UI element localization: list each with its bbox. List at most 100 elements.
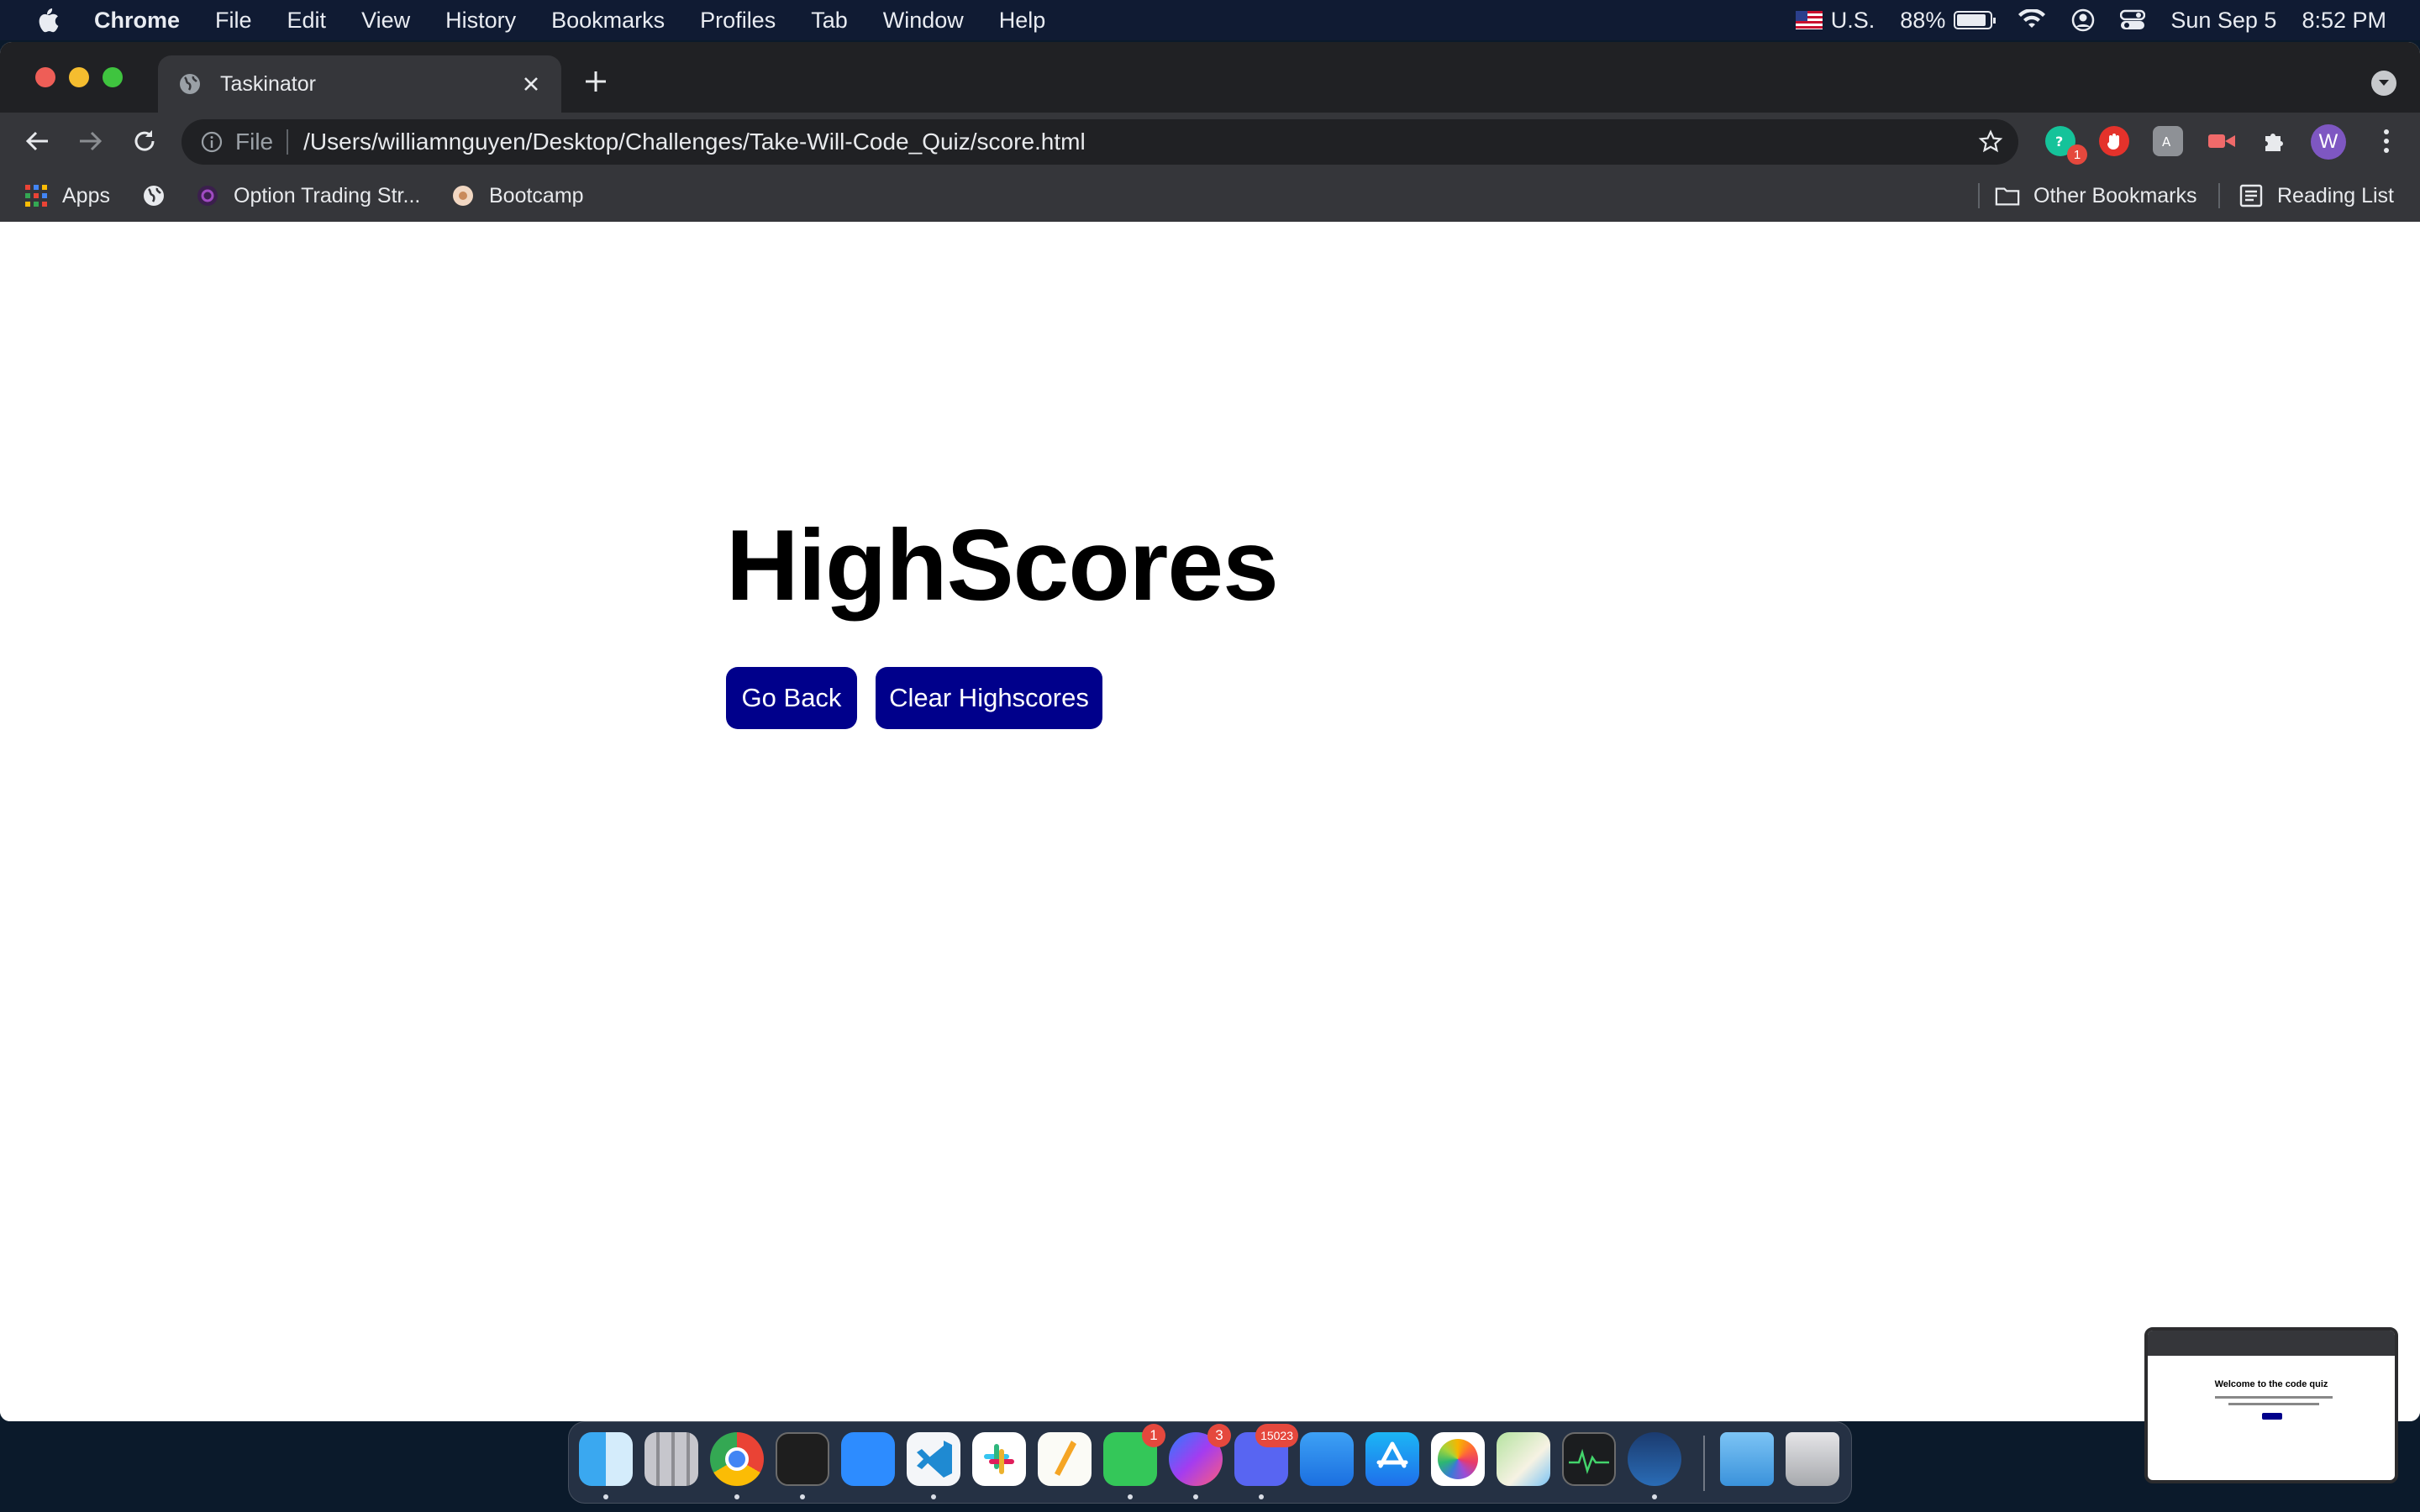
maps-icon[interactable] (1497, 1432, 1550, 1486)
downloads-folder-icon[interactable] (1720, 1432, 1774, 1486)
bookmark-globe[interactable] (141, 170, 180, 222)
vscode-icon[interactable] (907, 1432, 960, 1486)
input-source[interactable]: U.S. (1795, 7, 1876, 34)
tab-strip: Taskinator (0, 42, 2420, 113)
forward-button[interactable] (74, 124, 108, 158)
user-account-icon[interactable] (2071, 8, 2095, 32)
input-source-label: U.S. (1830, 7, 1876, 33)
page-content: HighScores Go Back Clear Highscores (0, 222, 2420, 1421)
svg-text:A: A (2162, 134, 2171, 150)
tab-taskinator[interactable]: Taskinator (158, 55, 561, 113)
back-button[interactable] (20, 124, 54, 158)
chrome-running-dot (734, 1494, 739, 1499)
terminal-running-dot (800, 1494, 805, 1499)
thumbnail-text-line (2228, 1403, 2319, 1405)
menu-help[interactable]: Help (999, 8, 1046, 34)
control-center-icon[interactable] (2120, 9, 2146, 31)
battery-icon (1954, 11, 1996, 29)
bookmark-apps[interactable]: Apps (24, 170, 110, 222)
bookmarks-bar: Apps Option Trading Str... Bootcamp Othe… (0, 170, 2420, 222)
reload-button[interactable] (128, 124, 161, 158)
menubar-time[interactable]: 8:52 PM (2302, 8, 2386, 34)
bookmark-apps-label: Apps (62, 183, 110, 207)
activity-monitor-icon[interactable] (1562, 1432, 1616, 1486)
messenger-badge: 3 (1207, 1424, 1231, 1447)
messenger-running-dot (1193, 1494, 1198, 1499)
app-store-icon[interactable] (1365, 1432, 1419, 1486)
messenger-icon[interactable]: 3 (1169, 1424, 1231, 1486)
reading-list-icon (2238, 183, 2264, 208)
new-tab-button[interactable] (581, 67, 610, 96)
slack-icon[interactable] (972, 1432, 1026, 1486)
bookmarks-divider (1978, 183, 1980, 208)
menu-bookmarks[interactable]: Bookmarks (551, 8, 665, 34)
bookmark-option-trading-label: Option Trading Str... (234, 183, 421, 207)
menu-tab[interactable]: Tab (811, 8, 848, 34)
window-maximize-button[interactable] (103, 67, 123, 87)
adblock-extension-icon[interactable] (2099, 126, 2129, 156)
messages-running-dot (1128, 1494, 1133, 1499)
mail-icon[interactable] (1300, 1432, 1354, 1486)
us-flag-icon (1795, 11, 1823, 29)
pages-icon[interactable] (1038, 1432, 1092, 1486)
profile-avatar[interactable]: W (2311, 124, 2346, 160)
battery-status[interactable]: 88% (1900, 8, 1996, 34)
bookmark-option-trading[interactable]: Option Trading Str... (195, 170, 420, 222)
menubar-date[interactable]: Sun Sep 5 (2170, 8, 2276, 34)
finder-icon[interactable] (579, 1432, 633, 1486)
tab-close-icon[interactable] (518, 71, 544, 97)
screenshot-thumbnail[interactable]: Welcome to the code quiz (2144, 1327, 2398, 1483)
translate-extension-icon[interactable]: A (2153, 126, 2183, 156)
extensions-puzzle-icon[interactable] (2259, 126, 2289, 156)
wifi-icon[interactable] (2018, 9, 2046, 31)
folder-icon (1995, 183, 2020, 208)
steam-running-dot (1652, 1494, 1657, 1499)
grammarly-extension-icon[interactable]: ? 1 (2045, 126, 2087, 165)
bookmarks-divider-2 (2218, 183, 2220, 208)
launchpad-icon[interactable] (644, 1432, 698, 1486)
page-title: HighScores (726, 509, 1279, 622)
messages-icon[interactable]: 1 (1103, 1424, 1165, 1486)
window-minimize-button[interactable] (69, 67, 89, 87)
apple-icon[interactable] (35, 6, 60, 34)
address-bar[interactable]: File /Users/williamnguyen/Desktop/Challe… (182, 119, 2018, 165)
site-info-icon[interactable] (200, 130, 224, 154)
menu-app-name[interactable]: Chrome (94, 8, 180, 34)
discord-badge: 15023 (1255, 1424, 1298, 1447)
chrome-menu-icon[interactable] (2370, 124, 2403, 158)
steam-icon[interactable] (1628, 1432, 1681, 1486)
trash-icon[interactable] (1786, 1432, 1839, 1486)
messages-badge: 1 (1142, 1424, 1165, 1447)
globe-bookmark-icon (141, 183, 166, 208)
screen-recorder-extension-icon[interactable] (2207, 126, 2237, 156)
terminal-icon[interactable] (776, 1432, 829, 1486)
chrome-icon[interactable] (710, 1432, 764, 1486)
grammarly-badge: 1 (2067, 144, 2087, 165)
bookmark-other-bookmarks[interactable]: Other Bookmarks (1995, 170, 2197, 222)
photos-icon[interactable] (1431, 1432, 1485, 1486)
finder-running-dot (603, 1494, 608, 1499)
thumbnail-text-line (2215, 1396, 2333, 1399)
clear-highscores-button[interactable]: Clear Highscores (876, 667, 1102, 729)
status-area: U.S. 88% Sun Sep 5 8:52 PM (1795, 0, 2420, 40)
vscode-running-dot (931, 1494, 936, 1499)
url-text[interactable]: /Users/williamnguyen/Desktop/Challenges/… (303, 129, 1086, 155)
browser-window: Taskinator File /Users/williamnguyen/Des… (0, 42, 2420, 1421)
bookmark-bootcamp[interactable]: Bootcamp (450, 170, 584, 222)
go-back-button[interactable]: Go Back (726, 667, 857, 729)
menu-profiles[interactable]: Profiles (700, 8, 776, 34)
menu-view[interactable]: View (361, 8, 410, 34)
discord-icon[interactable]: 15023 (1234, 1424, 1298, 1486)
svg-text:?: ? (2055, 134, 2063, 150)
tab-search-icon[interactable] (2371, 71, 2396, 96)
zoom-icon[interactable] (841, 1432, 895, 1486)
menu-file[interactable]: File (215, 8, 252, 34)
reading-list-button[interactable]: Reading List (2238, 170, 2394, 222)
menu-edit[interactable]: Edit (287, 8, 327, 34)
menu-history[interactable]: History (445, 8, 516, 34)
bootcamp-favicon-icon (450, 183, 476, 208)
window-close-button[interactable] (35, 67, 55, 87)
apps-grid-icon (24, 183, 49, 208)
menu-window[interactable]: Window (883, 8, 964, 34)
bookmark-star-icon[interactable] (1978, 129, 2003, 155)
